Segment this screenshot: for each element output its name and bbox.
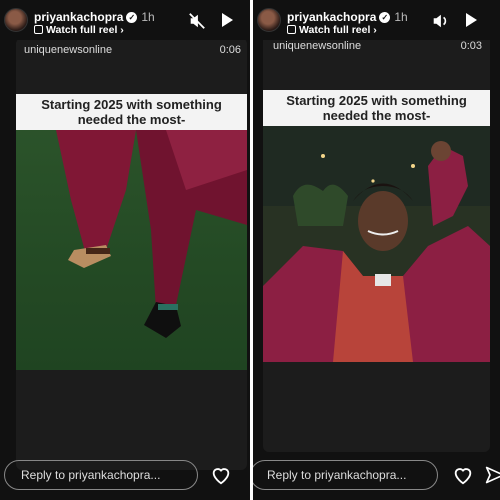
avatar[interactable] <box>257 8 281 32</box>
reel-source: uniquenewsonline <box>273 40 362 52</box>
caption-line-1: Starting 2025 with something <box>41 97 222 112</box>
story-header: priyankachopra ✓ 1h Watch full reel › <box>0 0 250 40</box>
post-time: 1h <box>141 10 155 24</box>
username[interactable]: priyankachopra ✓ 1h <box>287 10 408 24</box>
reply-input[interactable]: Reply to priyankachopra... <box>253 460 438 490</box>
avatar[interactable] <box>4 8 28 32</box>
watch-full-reel-label[interactable]: Watch full reel <box>299 24 370 36</box>
reel-duration: 0:06 <box>219 44 241 56</box>
video-still <box>16 130 247 370</box>
video-still <box>263 126 490 362</box>
reply-input[interactable]: Reply to priyankachopra... <box>4 460 198 490</box>
reel-video-frame[interactable] <box>263 126 490 362</box>
verified-badge-icon: ✓ <box>126 12 138 23</box>
caption-line-2: needed the most- <box>77 112 186 127</box>
heart-icon[interactable] <box>452 464 474 486</box>
reply-placeholder: Reply to priyankachopra... <box>21 468 161 482</box>
caption-line-1: Starting 2025 with something <box>286 93 467 108</box>
reel-source: uniquenewsonline <box>24 44 113 56</box>
username-text[interactable]: priyankachopra <box>287 10 376 24</box>
post-time: 1h <box>394 10 408 24</box>
reel-card[interactable]: uniquenewsonline 0:06 Starting 2025 with… <box>16 38 247 470</box>
watch-full-reel-link[interactable]: Watch full reel › <box>287 24 377 36</box>
play-icon[interactable] <box>463 12 479 28</box>
caption-line-2: needed the most- <box>322 108 431 123</box>
username-text[interactable]: priyankachopra <box>34 10 123 24</box>
reel-icon <box>34 25 43 34</box>
speaker-on-icon[interactable] <box>431 12 449 30</box>
play-icon[interactable] <box>219 12 235 28</box>
story-panel-right: priyankachopra ✓ 1h Watch full reel › uniq… <box>250 0 500 500</box>
story-header: priyankachopra ✓ 1h Watch full reel › <box>253 0 500 40</box>
send-icon[interactable] <box>485 465 500 485</box>
reply-placeholder: Reply to priyankachopra... <box>267 468 407 482</box>
watch-full-reel-label[interactable]: Watch full reel <box>46 24 117 36</box>
reel-caption: Starting 2025 with something needed the … <box>16 94 247 130</box>
reel-video-frame[interactable] <box>16 130 247 370</box>
verified-badge-icon: ✓ <box>379 12 391 23</box>
story-panel-left: priyankachopra ✓ 1h Watch full reel › uniq… <box>0 0 250 500</box>
reel-caption: Starting 2025 with something needed the … <box>263 90 490 126</box>
speaker-muted-icon[interactable] <box>188 12 206 30</box>
reel-duration: 0:03 <box>460 40 482 52</box>
heart-icon[interactable] <box>210 464 232 486</box>
watch-full-reel-link[interactable]: Watch full reel › <box>34 24 124 36</box>
reel-icon <box>287 25 296 34</box>
reel-card[interactable]: uniquenewsonline 0:03 Starting 2025 with… <box>263 34 490 452</box>
username[interactable]: priyankachopra ✓ 1h <box>34 10 155 24</box>
